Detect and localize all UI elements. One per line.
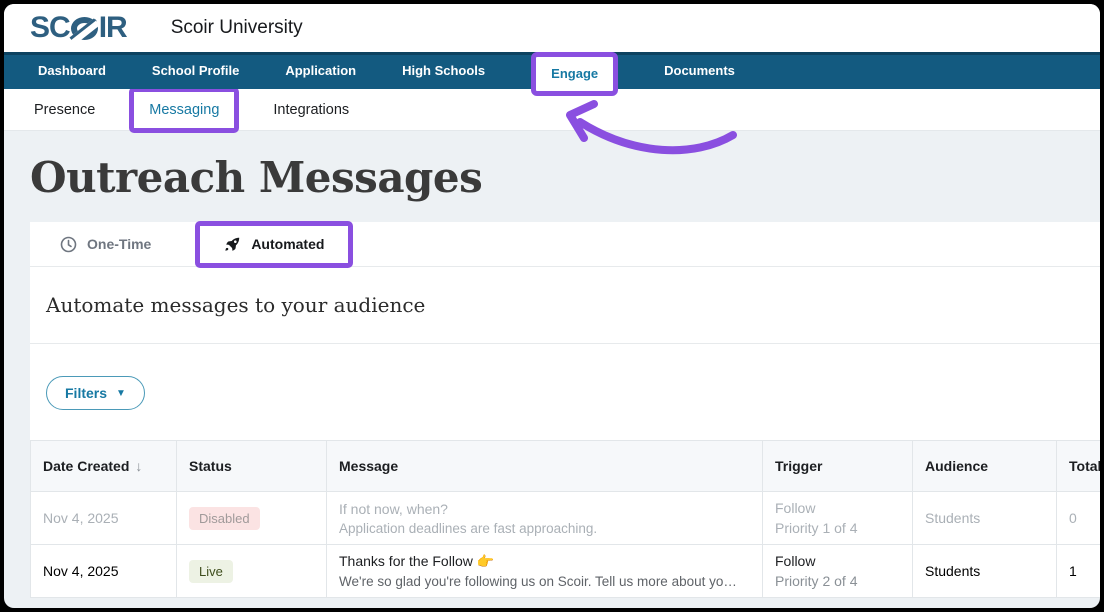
cell-status: Live [177, 545, 327, 598]
nav-item-documents[interactable]: Documents [664, 63, 735, 78]
nav-item-school-profile[interactable]: School Profile [152, 63, 239, 78]
filters-button[interactable]: Filters ▼ [46, 376, 145, 410]
logo-text-left: SC [30, 11, 70, 45]
column-header-date-created[interactable]: Date Created ↓ [31, 441, 177, 492]
tab-automated-label: Automated [251, 236, 324, 252]
status-badge: Disabled [189, 507, 260, 530]
messages-table: Date Created ↓ Status Message Trigger Aud… [30, 440, 1100, 598]
message-preview: We're so glad you're following us on Sco… [339, 574, 750, 589]
content-card: One-Time Automated Automate messages to … [30, 222, 1100, 598]
column-header-audience: Audience [913, 441, 1057, 492]
message-title: If not now, when? [339, 501, 750, 517]
chevron-down-icon: ▼ [116, 388, 126, 399]
nav-item-dashboard[interactable]: Dashboard [38, 63, 106, 78]
column-label-date: Date Created [43, 458, 129, 474]
section-title: Automate messages to your audience [46, 293, 1100, 317]
table-row[interactable]: Nov 4, 2025 Live Thanks for the Follow 👉… [31, 545, 1101, 598]
screenshot-frame: SC IR Scoir University Dashboard School P… [0, 0, 1104, 612]
trigger-type: Follow [775, 500, 900, 516]
annotation-box-engage: Engage [531, 52, 618, 96]
column-header-trigger: Trigger [763, 441, 913, 492]
annotation-box-automated: Automated [195, 221, 353, 268]
clock-icon [60, 236, 77, 253]
annotation-box-messaging: Messaging [129, 87, 239, 133]
cell-trigger: Follow Priority 2 of 4 [763, 545, 913, 598]
cell-message: If not now, when? Application deadlines … [327, 492, 763, 545]
nav-item-high-schools[interactable]: High Schools [402, 63, 485, 78]
app-window: SC IR Scoir University Dashboard School P… [4, 4, 1100, 608]
app-header: SC IR Scoir University [4, 4, 1100, 52]
column-header-message: Message [327, 441, 763, 492]
filters-row: Filters ▼ [30, 344, 1100, 438]
filters-button-label: Filters [65, 385, 107, 401]
subnav-item-integrations[interactable]: Integrations [273, 102, 349, 118]
cell-total: 1 [1057, 545, 1101, 598]
subnav-item-presence[interactable]: Presence [34, 102, 95, 118]
column-header-status: Status [177, 441, 327, 492]
cell-audience: Students [913, 545, 1057, 598]
tab-one-time-label: One-Time [87, 236, 151, 252]
subnav-item-messaging[interactable]: Messaging [149, 102, 219, 118]
scoir-logo[interactable]: SC IR [30, 11, 127, 45]
cell-audience: Students [913, 492, 1057, 545]
message-title: Thanks for the Follow 👉 [339, 553, 750, 570]
section-header: Automate messages to your audience [30, 267, 1100, 344]
trigger-priority: Priority 1 of 4 [775, 520, 900, 536]
logo-slashed-o-icon [71, 17, 98, 40]
trigger-priority: Priority 2 of 4 [775, 573, 900, 589]
cell-total: 0 [1057, 492, 1101, 545]
message-type-tabs: One-Time Automated [30, 222, 1100, 267]
tab-one-time[interactable]: One-Time [60, 236, 151, 253]
status-badge: Live [189, 560, 233, 583]
cell-date: Nov 4, 2025 [31, 545, 177, 598]
sort-descending-icon: ↓ [135, 458, 142, 474]
nav-item-engage[interactable]: Engage [551, 66, 598, 81]
page-title: Outreach Messages [30, 153, 1100, 202]
nav-item-application[interactable]: Application [285, 63, 356, 78]
cell-date: Nov 4, 2025 [31, 492, 177, 545]
message-preview: Application deadlines are fast approachi… [339, 521, 750, 536]
cell-trigger: Follow Priority 1 of 4 [763, 492, 913, 545]
trigger-type: Follow [775, 553, 900, 569]
table-row[interactable]: Nov 4, 2025 Disabled If not now, when? A… [31, 492, 1101, 545]
school-name-title: Scoir University [171, 17, 303, 39]
cell-status: Disabled [177, 492, 327, 545]
main-nav: Dashboard School Profile Application Hig… [4, 52, 1100, 89]
rocket-icon [224, 236, 241, 253]
logo-text-right: IR [99, 11, 127, 45]
tab-automated[interactable]: Automated [224, 236, 324, 253]
cell-message: Thanks for the Follow 👉 We're so glad yo… [327, 545, 763, 598]
table-header-row: Date Created ↓ Status Message Trigger Aud… [31, 441, 1101, 492]
column-header-total: Total [1057, 441, 1101, 492]
